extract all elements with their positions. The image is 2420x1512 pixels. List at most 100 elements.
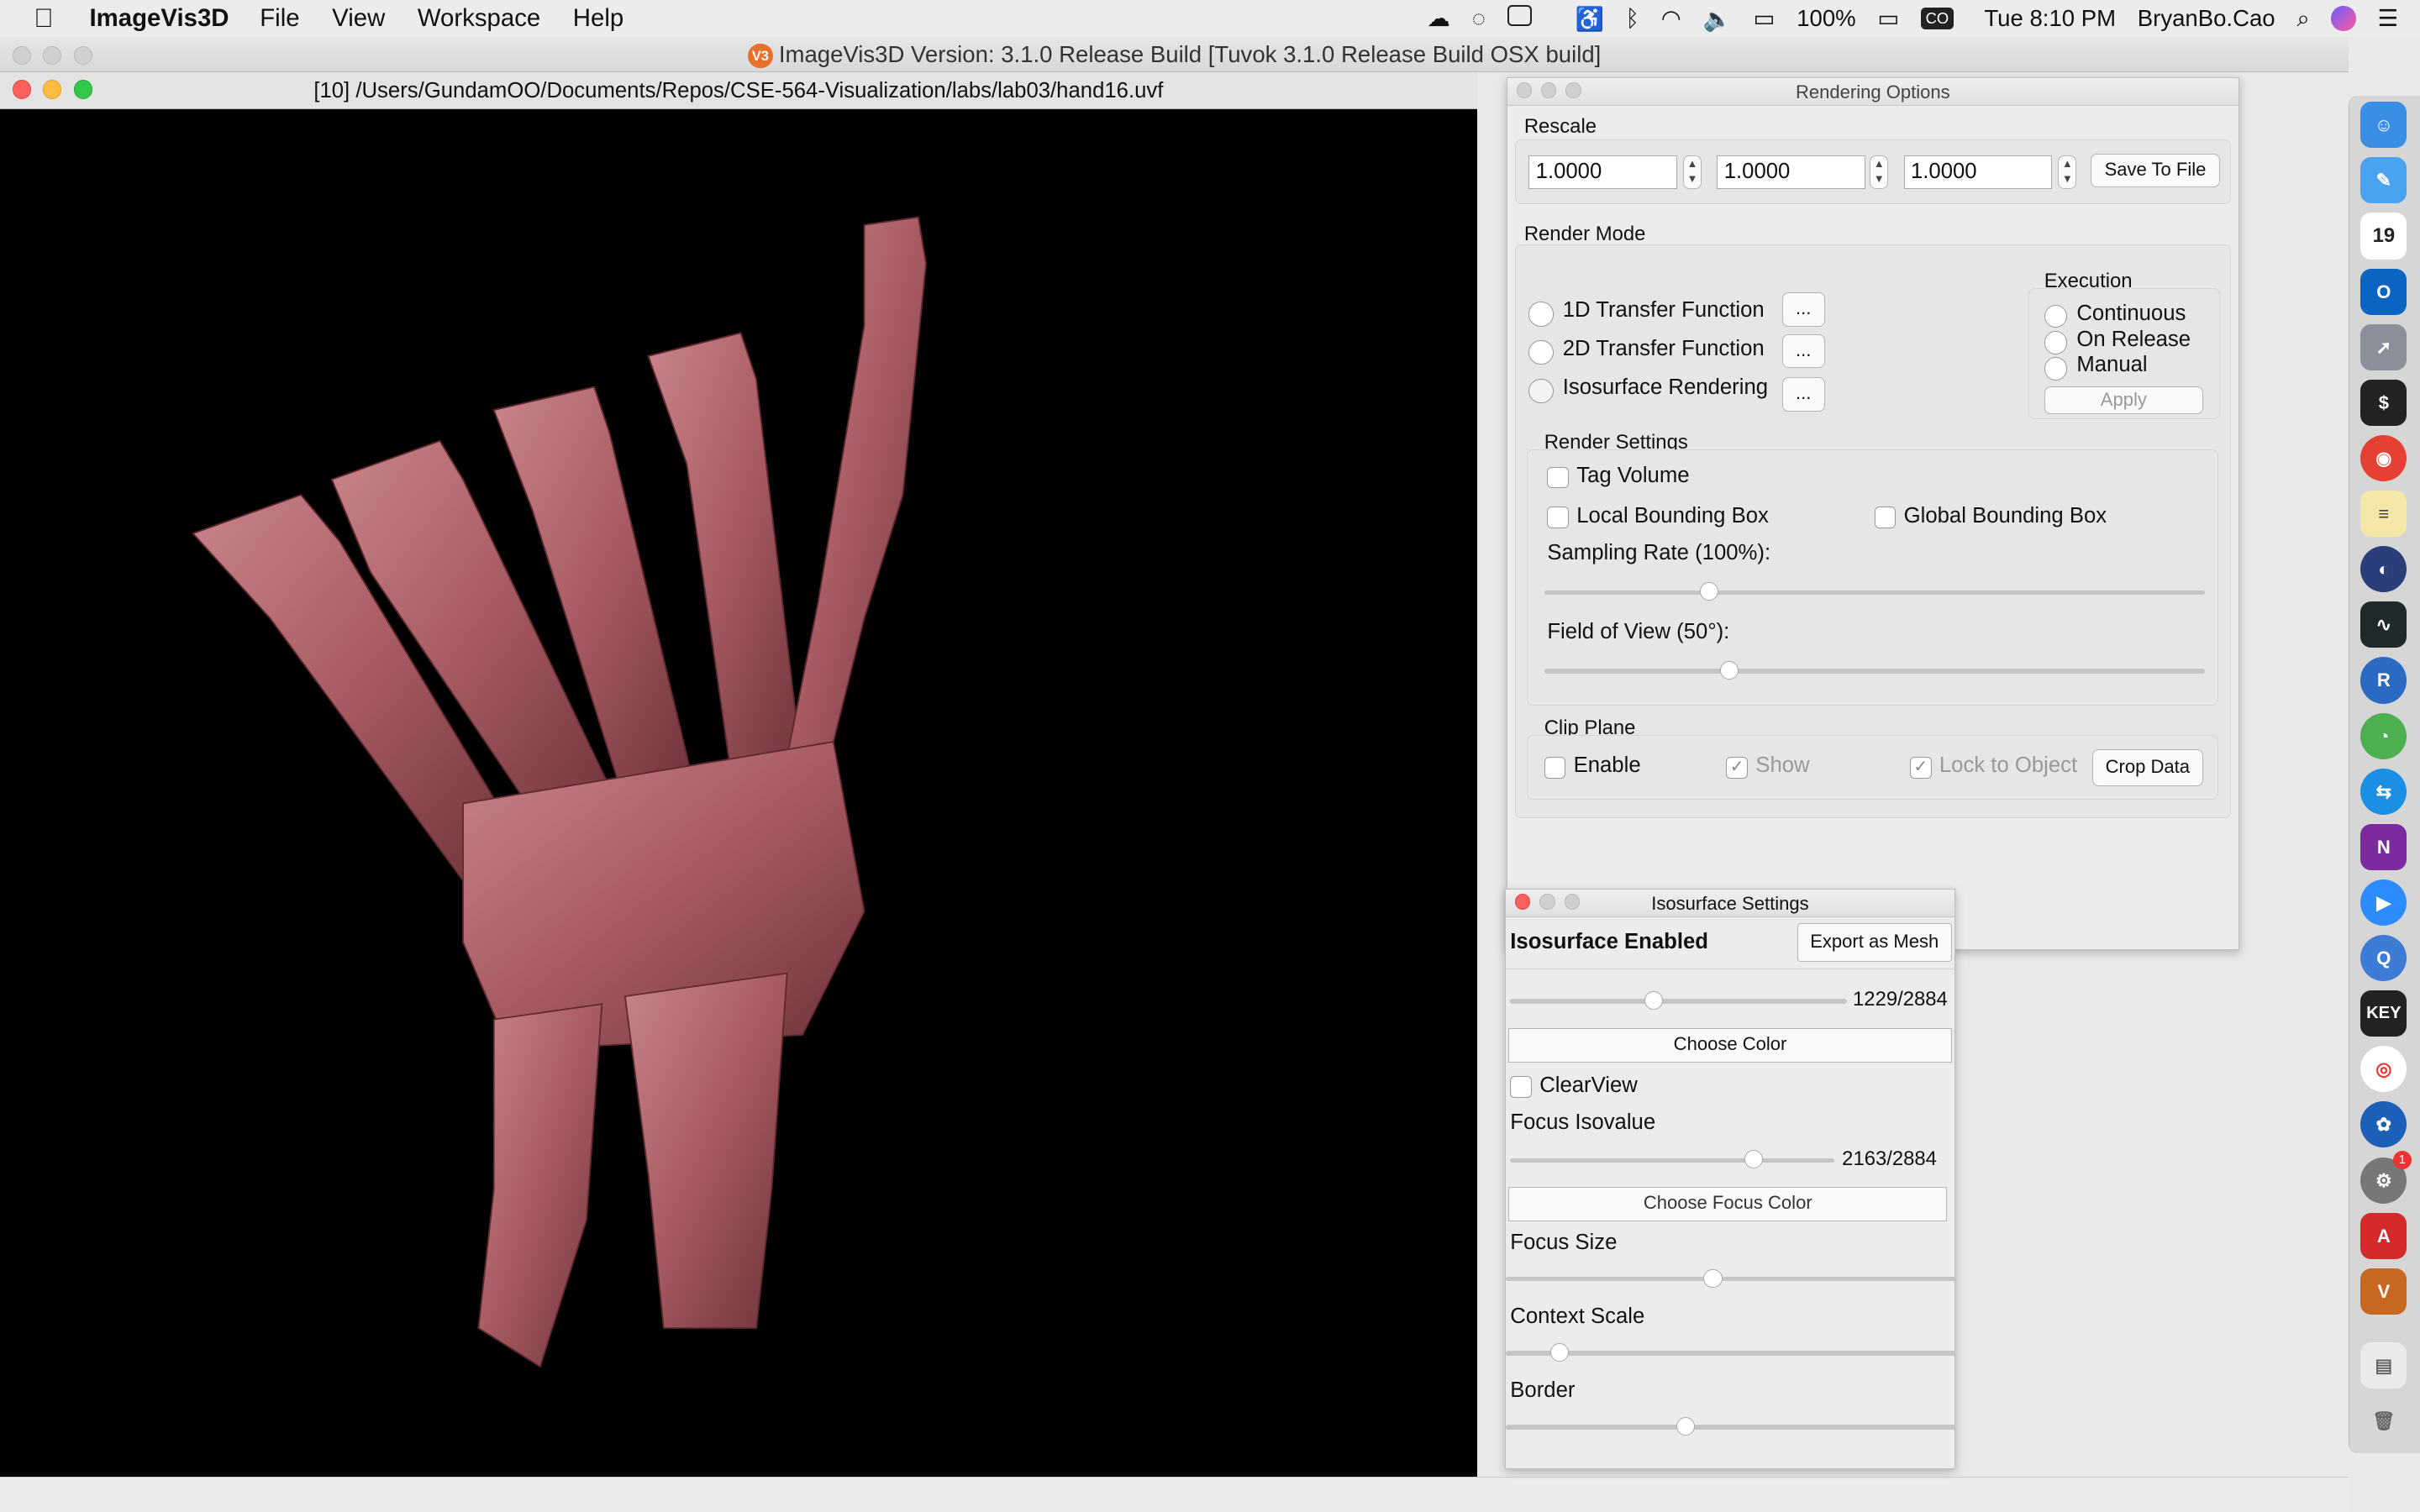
radio-2d-transfer-function[interactable]	[1528, 340, 1554, 365]
activity-monitor-icon[interactable]: ∿	[2360, 601, 2407, 648]
battery-icon[interactable]: ▭	[1877, 5, 1899, 32]
local-bounding-box-checkbox[interactable]	[1547, 507, 1570, 529]
sampling-rate-slider[interactable]	[1544, 582, 2205, 601]
notification-center-icon[interactable]: ☰	[2378, 5, 2399, 32]
eclipse-icon[interactable]: ◐	[2360, 546, 2407, 593]
isosurface-minimize-button[interactable]	[1539, 894, 1555, 910]
quicktime-icon[interactable]: Q	[2360, 935, 2407, 982]
imagevis3d-dock-icon[interactable]: V	[2360, 1268, 2407, 1315]
clip-lock-checkbox[interactable]: ✓	[1909, 756, 1932, 779]
spotlight-icon[interactable]: ⌕	[2296, 5, 2309, 33]
menu-app-name[interactable]: ImageVis3D	[90, 4, 229, 33]
clip-enable-checkbox[interactable]	[1544, 756, 1566, 779]
rescale-z-stepper[interactable]: ▲ ▼	[2058, 155, 2077, 190]
input-source-badge[interactable]: CO	[1921, 8, 1954, 29]
volume-icon[interactable]: 🔈	[1702, 5, 1731, 33]
chrome-icon[interactable]: ◉	[2360, 434, 2407, 482]
rescale-x-stepper[interactable]: ▲ ▼	[1682, 155, 1702, 190]
export-as-mesh-button[interactable]: Export as Mesh	[1797, 923, 1952, 963]
radio-execution-on-release[interactable]	[2044, 331, 2068, 354]
rendering-options-zoom-button[interactable]	[1565, 82, 1581, 98]
menu-view[interactable]: View	[332, 4, 385, 33]
app-zoom-button[interactable]	[74, 46, 93, 66]
network-app-icon[interactable]: ◔	[2360, 712, 2407, 759]
menu-workspace[interactable]: Workspace	[418, 4, 540, 33]
r-app-icon[interactable]: R	[2360, 657, 2407, 704]
apple-logo-icon[interactable]: 	[34, 3, 65, 34]
wifi-icon[interactable]: ◠	[1661, 5, 1681, 32]
tag-volume-checkbox[interactable]	[1547, 466, 1570, 489]
field-of-view-slider[interactable]	[1544, 661, 2205, 680]
rendering-options-minimize-button[interactable]	[1541, 82, 1557, 98]
global-bounding-box-checkbox[interactable]	[1874, 507, 1897, 529]
launchpad-icon[interactable]: ➚	[2360, 323, 2407, 370]
radio-1d-transfer-function[interactable]	[1528, 302, 1554, 327]
finder-icon[interactable]: ☺	[2360, 102, 2407, 149]
2d-transfer-function-more-button[interactable]: ...	[1781, 333, 1825, 369]
tag-volume-label: Tag Volume	[1576, 464, 1690, 487]
execution-apply-button[interactable]: Apply	[2044, 386, 2203, 415]
border-slider[interactable]	[1505, 1417, 1957, 1436]
render-close-button[interactable]	[12, 80, 31, 99]
volume-render-viewport[interactable]	[0, 109, 1477, 1476]
radio-execution-manual[interactable]	[2044, 357, 2068, 381]
clearview-checkbox[interactable]	[1510, 1076, 1532, 1098]
creative-cloud-icon[interactable]: ☁	[1427, 5, 1450, 32]
focus-isovalue-knob[interactable]	[1744, 1150, 1763, 1169]
rescale-y-stepper[interactable]: ▲ ▼	[1870, 155, 1889, 190]
onenote-icon[interactable]: N	[2360, 823, 2407, 870]
notes-icon[interactable]: ≡	[2360, 491, 2407, 538]
focus-size-knob[interactable]	[1703, 1268, 1723, 1288]
context-scale-slider[interactable]	[1505, 1342, 1957, 1362]
clip-show-checkbox[interactable]: ✓	[1726, 756, 1749, 779]
color-app-icon[interactable]: ✿	[2360, 1101, 2407, 1148]
display-icon[interactable]	[1507, 4, 1554, 33]
crop-data-button[interactable]: Crop Data	[2091, 748, 2203, 786]
app-minimize-button[interactable]	[43, 46, 62, 66]
menu-file[interactable]: File	[260, 4, 299, 33]
creative-cloud-dock-icon[interactable]: ◎	[2360, 1046, 2407, 1093]
keynote-icon[interactable]: KEY	[2360, 990, 2407, 1037]
rendering-options-close-button[interactable]	[1516, 82, 1532, 98]
1d-transfer-function-more-button[interactable]: ...	[1781, 292, 1825, 327]
pen-app-icon[interactable]: ✎	[2360, 157, 2407, 204]
isovalue-knob[interactable]	[1644, 991, 1663, 1011]
rescale-x-input[interactable]: 1.0000	[1528, 155, 1677, 190]
radio-isosurface-rendering[interactable]	[1528, 378, 1554, 404]
rescale-z-input[interactable]: 1.0000	[1903, 155, 2052, 190]
trash-icon[interactable]: 🗑	[2360, 1398, 2407, 1444]
acrobat-icon[interactable]: A	[2360, 1212, 2407, 1259]
menu-help[interactable]: Help	[573, 4, 623, 33]
terminal-icon[interactable]: $	[2360, 379, 2407, 426]
focus-isovalue-slider[interactable]	[1510, 1150, 1834, 1169]
calendar-icon[interactable]: 19	[2360, 213, 2407, 260]
isosurface-rendering-more-button[interactable]: ...	[1781, 377, 1825, 412]
bluetooth-icon[interactable]: ᛒ	[1625, 5, 1639, 32]
field-of-view-knob[interactable]	[1719, 661, 1739, 680]
user-name[interactable]: BryanBo.Cao	[2138, 5, 2275, 32]
clock[interactable]: Tue 8:10 PM	[1984, 5, 2116, 32]
zoom-app-icon[interactable]: ▶	[2360, 879, 2407, 926]
save-to-file-button[interactable]: Save To File	[2090, 153, 2221, 188]
render-minimize-button[interactable]	[43, 80, 62, 99]
sync-icon[interactable]: ◌	[1472, 5, 1486, 32]
rescale-y-input[interactable]: 1.0000	[1717, 155, 1865, 190]
render-zoom-button[interactable]	[74, 80, 93, 99]
siri-icon[interactable]	[2331, 6, 2356, 31]
isovalue-slider[interactable]	[1510, 991, 1847, 1011]
app-close-button[interactable]	[12, 46, 31, 66]
outlook-icon[interactable]: O	[2360, 268, 2407, 315]
choose-color-button[interactable]: Choose Color	[1508, 1028, 1952, 1063]
documents-stack-icon[interactable]: ▤	[2360, 1341, 2407, 1389]
label-execution-on-release: On Release	[2076, 328, 2191, 352]
isosurface-zoom-button[interactable]	[1564, 894, 1580, 910]
focus-size-slider[interactable]	[1505, 1268, 1957, 1288]
accessibility-icon[interactable]: ♿	[1575, 5, 1603, 33]
teamviewer-icon[interactable]: ⇆	[2360, 768, 2407, 815]
airplay-icon[interactable]: ▭	[1753, 5, 1775, 32]
isosurface-close-button[interactable]	[1514, 894, 1531, 910]
context-scale-knob[interactable]	[1550, 1342, 1570, 1362]
choose-focus-color-button[interactable]: Choose Focus Color	[1508, 1187, 1948, 1221]
battery-percent[interactable]: 100%	[1797, 5, 1855, 32]
border-knob[interactable]	[1676, 1417, 1696, 1436]
